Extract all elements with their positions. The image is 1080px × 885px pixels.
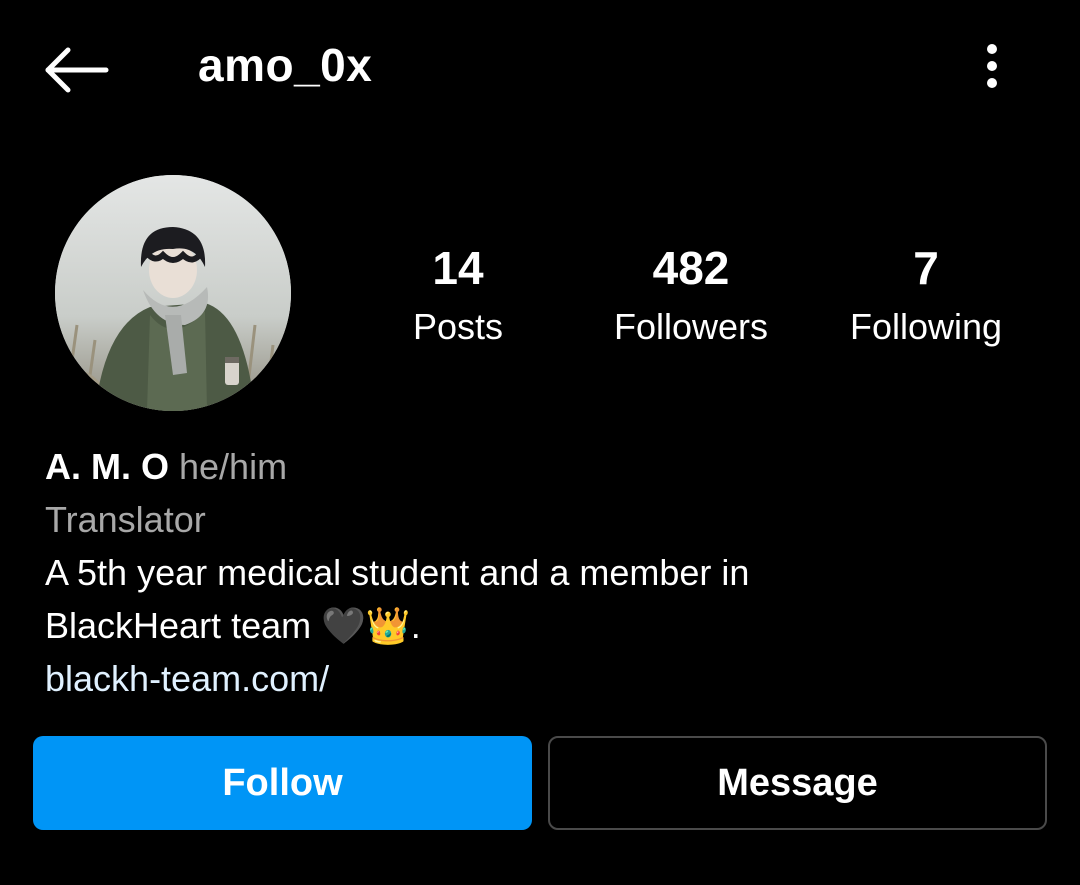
following-stat[interactable]: 7 Following	[826, 240, 1026, 358]
profile-bio: A. M. O he/him Translator A 5th year med…	[45, 440, 1045, 705]
posts-label: Posts	[412, 306, 504, 347]
followers-stat[interactable]: 482 Followers	[591, 240, 791, 358]
more-vertical-icon	[987, 44, 997, 88]
avatar-photo	[55, 175, 291, 411]
posts-count: 14	[432, 242, 484, 294]
message-button[interactable]: Message	[548, 736, 1047, 830]
followers-label: Followers	[613, 306, 769, 347]
category-label: Translator	[45, 499, 206, 540]
display-name: A. M. O	[45, 446, 169, 487]
bio-line-2: BlackHeart team 🖤👑.	[45, 605, 421, 646]
avatar[interactable]	[55, 175, 291, 411]
followers-count: 482	[652, 242, 730, 294]
following-label: Following	[849, 306, 1003, 347]
pronouns: he/him	[179, 446, 288, 487]
following-count: 7	[913, 242, 939, 294]
profile-header: amo_0x	[0, 0, 1080, 140]
website-link[interactable]: blackh-team.com/	[45, 652, 1045, 705]
back-button[interactable]	[40, 40, 112, 100]
arrow-left-icon	[45, 47, 109, 93]
follow-button[interactable]: Follow	[33, 736, 532, 830]
name-row: A. M. O he/him	[45, 440, 1045, 493]
posts-stat[interactable]: 14 Posts	[358, 240, 558, 358]
profile-username: amo_0x	[198, 39, 373, 91]
bio-line-1: A 5th year medical student and a member …	[45, 552, 750, 593]
more-options-button[interactable]	[966, 38, 1018, 94]
